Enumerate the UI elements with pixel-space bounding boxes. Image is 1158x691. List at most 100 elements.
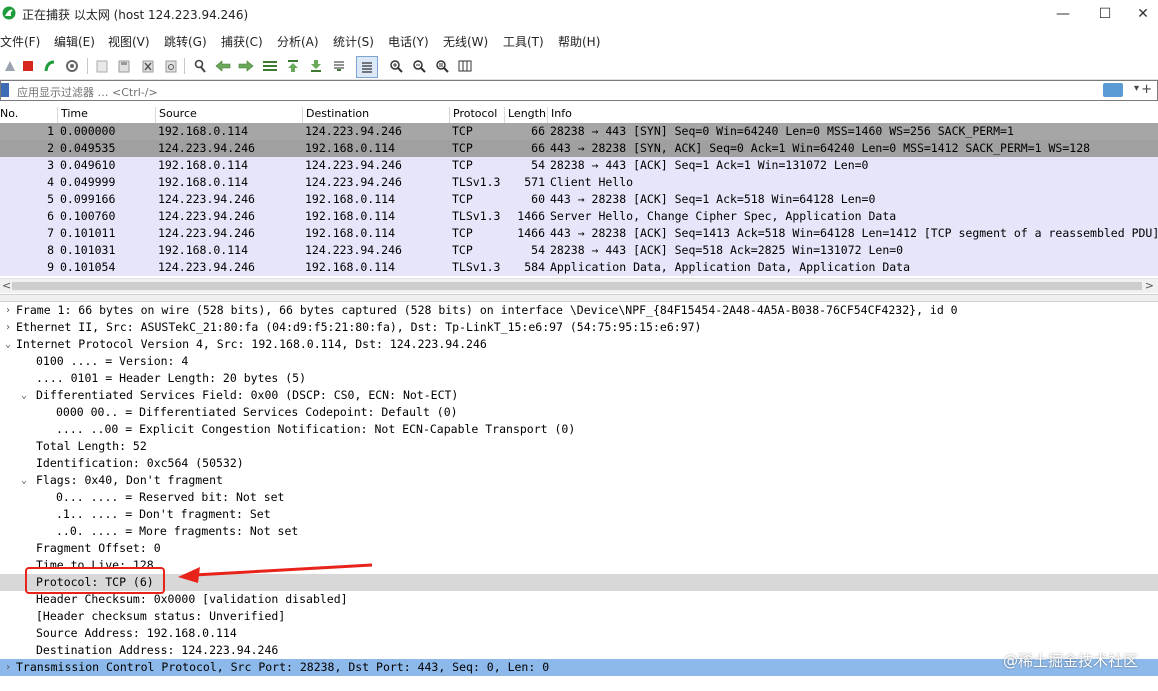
menu-help[interactable]: 帮助(H) (558, 33, 600, 50)
packet-row[interactable]: 7 0.101011 124.223.94.246 192.168.0.114 … (0, 225, 1158, 242)
packet-source: 124.223.94.246 (158, 192, 255, 206)
packet-list-hscrollbar[interactable]: < > (0, 278, 1158, 293)
autoscroll-icon[interactable] (329, 56, 349, 76)
save-file-icon[interactable] (114, 56, 134, 76)
packet-info: 443 → 28238 [ACK] Seq=1 Ack=518 Win=6412… (550, 192, 876, 206)
column-header-destination[interactable]: Destination (302, 107, 369, 123)
detail-line[interactable]: 0000 00.. = Differentiated Services Code… (0, 404, 1158, 421)
detail-line[interactable]: Source Address: 192.168.0.114 (0, 625, 1158, 642)
main-toolbar (0, 53, 1158, 80)
menu-tools[interactable]: 工具(T) (503, 33, 544, 50)
capture-options-icon[interactable] (62, 56, 82, 76)
last-packet-icon[interactable] (306, 56, 326, 76)
packet-no: 3 (47, 158, 54, 172)
menu-telephony[interactable]: 电话(Y) (388, 33, 429, 50)
packet-row[interactable]: 1 0.000000 192.168.0.114 124.223.94.246 … (0, 123, 1158, 140)
bookmark-icon[interactable] (1, 83, 9, 97)
detail-line[interactable]: Identification: 0xc564 (50532) (0, 455, 1158, 472)
open-file-icon[interactable] (92, 56, 112, 76)
go-forward-icon[interactable] (236, 56, 256, 76)
column-header-source[interactable]: Source (155, 107, 197, 123)
packet-row[interactable]: 4 0.049999 192.168.0.114 124.223.94.246 … (0, 174, 1158, 191)
zoom-out-icon[interactable] (409, 56, 429, 76)
packet-no: 1 (47, 124, 54, 138)
display-filter-bar[interactable]: 应用显示过滤器 … <Ctrl-/> ▾ + (0, 80, 1158, 101)
packet-time: 0.049999 (60, 175, 116, 189)
stop-capture-icon[interactable] (18, 56, 38, 76)
close-file-icon[interactable] (138, 56, 158, 76)
tree-expander-icon[interactable]: › (2, 319, 14, 336)
detail-line[interactable]: 0100 .... = Version: 4 (0, 353, 1158, 370)
scroll-thumb[interactable] (12, 282, 1142, 290)
menu-capture[interactable]: 捕获(C) (221, 33, 263, 50)
menu-wireless[interactable]: 无线(W) (443, 33, 488, 50)
apply-filter-arrow-icon[interactable] (1103, 83, 1123, 97)
start-capture-icon[interactable] (0, 56, 20, 76)
column-header-length[interactable]: Length (504, 107, 546, 123)
tree-expander-icon[interactable]: ⌄ (18, 387, 30, 404)
scroll-left-icon[interactable]: < (2, 279, 11, 292)
packet-row[interactable]: 9 0.101054 124.223.94.246 192.168.0.114 … (0, 259, 1158, 276)
detail-line[interactable]: ⌄ Flags: 0x40, Don't fragment (0, 472, 1158, 489)
packet-source: 192.168.0.114 (158, 158, 249, 172)
filter-history-dropdown-icon[interactable]: ▾ (1134, 83, 1139, 94)
add-filter-button-icon[interactable]: + (1141, 82, 1152, 97)
zoom-in-icon[interactable] (386, 56, 406, 76)
detail-line[interactable]: [Header checksum status: Unverified] (0, 608, 1158, 625)
find-packet-icon[interactable] (190, 56, 210, 76)
packet-row[interactable]: 8 0.101031 192.168.0.114 124.223.94.246 … (0, 242, 1158, 259)
column-header-no[interactable]: No. (0, 107, 18, 123)
detail-line[interactable]: .... ..00 = Explicit Congestion Notifica… (0, 421, 1158, 438)
menu-file[interactable]: 文件(F) (0, 33, 40, 50)
tree-expander-icon[interactable]: ⌄ (2, 336, 14, 353)
minimize-button[interactable]: — (1040, 0, 1086, 28)
packet-source: 124.223.94.246 (158, 260, 255, 274)
detail-line[interactable]: ⌄ Differentiated Services Field: 0x00 (D… (0, 387, 1158, 404)
normal-size-icon[interactable] (432, 56, 452, 76)
menu-edit[interactable]: 编辑(E) (54, 33, 95, 50)
menu-analyze[interactable]: 分析(A) (277, 33, 319, 50)
packet-protocol: TCP (452, 124, 473, 138)
tree-expander-icon[interactable]: › (2, 659, 14, 676)
menu-go[interactable]: 跳转(G) (164, 33, 207, 50)
detail-line[interactable]: 0... .... = Reserved bit: Not set (0, 489, 1158, 506)
detail-line[interactable]: › Frame 1: 66 bytes on wire (528 bits), … (0, 302, 1158, 319)
column-header-protocol[interactable]: Protocol (449, 107, 497, 123)
packet-row[interactable]: 6 0.100760 124.223.94.246 192.168.0.114 … (0, 208, 1158, 225)
window-title: 正在捕获 以太网 (host 124.223.94.246) (22, 8, 249, 22)
restart-capture-icon[interactable] (40, 56, 60, 76)
go-back-icon[interactable] (213, 56, 233, 76)
detail-line[interactable]: ⌄ Internet Protocol Version 4, Src: 192.… (0, 336, 1158, 353)
column-header-time[interactable]: Time (57, 107, 88, 123)
packet-source: 124.223.94.246 (158, 226, 255, 240)
first-packet-icon[interactable] (283, 56, 303, 76)
packet-row[interactable]: 3 0.049610 192.168.0.114 124.223.94.246 … (0, 157, 1158, 174)
menu-bar: 文件(F) 编辑(E) 视图(V) 跳转(G) 捕获(C) 分析(A) 统计(S… (0, 30, 1158, 52)
watermark: @稀土掘金技术社区 (1002, 652, 1138, 670)
menu-statistics[interactable]: 统计(S) (333, 33, 374, 50)
detail-line[interactable]: .1.. .... = Don't fragment: Set (0, 506, 1158, 523)
packet-row[interactable]: 5 0.099166 124.223.94.246 192.168.0.114 … (0, 191, 1158, 208)
colorize-icon[interactable] (356, 56, 378, 78)
detail-line[interactable]: .... 0101 = Header Length: 20 bytes (5) (0, 370, 1158, 387)
detail-line[interactable]: Header Checksum: 0x0000 [validation disa… (0, 591, 1158, 608)
detail-line[interactable]: Total Length: 52 (0, 438, 1158, 455)
go-to-packet-icon[interactable] (260, 56, 280, 76)
pane-splitter[interactable] (0, 294, 1158, 302)
tree-expander-icon[interactable]: ⌄ (18, 472, 30, 489)
resize-columns-icon[interactable] (455, 56, 475, 76)
close-button[interactable]: ✕ (1120, 0, 1158, 28)
menu-view[interactable]: 视图(V) (108, 33, 150, 50)
detail-line[interactable]: › Ethernet II, Src: ASUSTekC_21:80:fa (0… (0, 319, 1158, 336)
display-filter-input[interactable]: 应用显示过滤器 … <Ctrl-/> (17, 84, 158, 100)
column-header-info[interactable]: Info (547, 107, 572, 123)
annotation-arrow-icon (178, 563, 373, 583)
detail-line-tcp[interactable]: › Transmission Control Protocol, Src Por… (0, 659, 1158, 676)
tree-expander-icon[interactable]: › (2, 302, 14, 319)
packet-row[interactable]: 2 0.049535 124.223.94.246 192.168.0.114 … (0, 140, 1158, 157)
detail-line[interactable]: ..0. .... = More fragments: Not set (0, 523, 1158, 540)
detail-line[interactable]: Destination Address: 124.223.94.246 (0, 642, 1158, 659)
reload-file-icon[interactable] (161, 56, 181, 76)
scroll-right-icon[interactable]: > (1145, 279, 1154, 292)
packet-info: 443 → 28238 [SYN, ACK] Seq=0 Ack=1 Win=6… (550, 141, 1091, 155)
